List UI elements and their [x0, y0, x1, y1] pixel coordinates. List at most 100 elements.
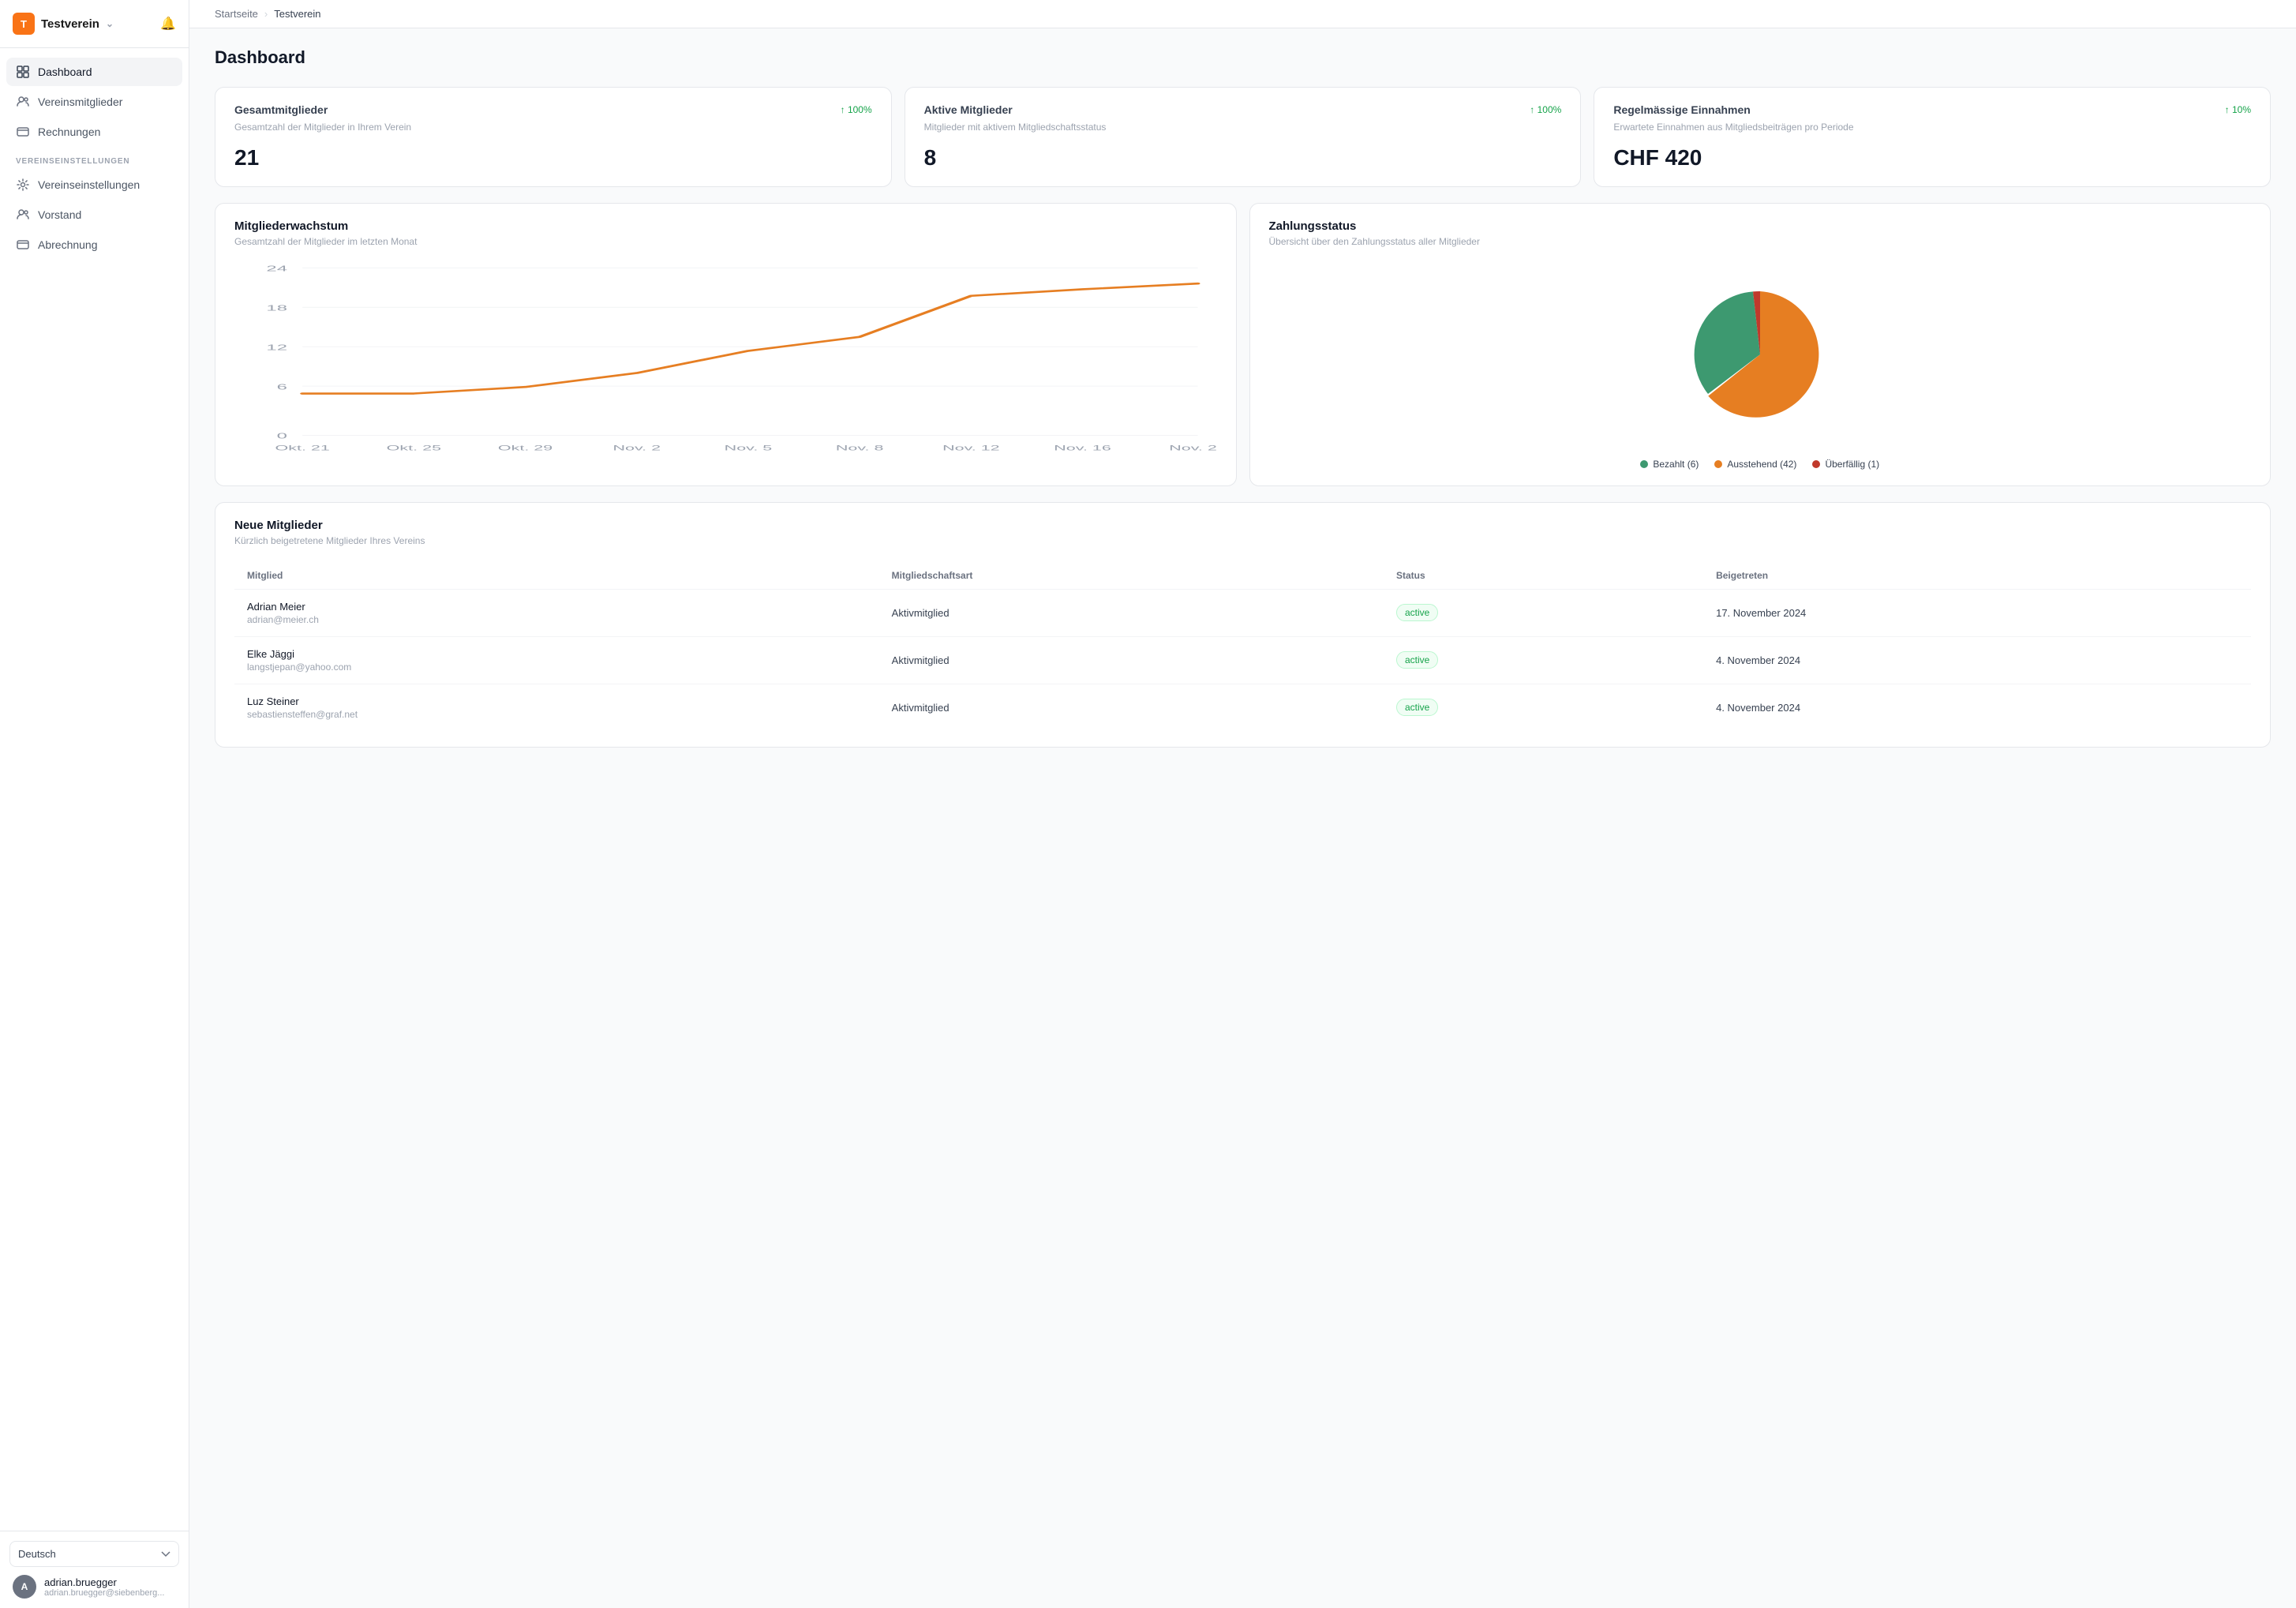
- sidebar-item-vorstand[interactable]: Vorstand: [6, 201, 182, 229]
- dashboard-icon: [16, 65, 30, 79]
- sidebar-item-abrechnung[interactable]: Abrechnung: [6, 231, 182, 259]
- vorstand-icon: [16, 208, 30, 222]
- breadcrumb-separator: ›: [264, 8, 268, 20]
- stat-value-3: CHF 420: [1613, 145, 2251, 171]
- svg-text:Okt. 21: Okt. 21: [275, 444, 329, 452]
- members-table-title: Neue Mitglieder: [234, 519, 2251, 532]
- member-cell-2: Elke Jäggi langstjepan@yahoo.com: [234, 636, 879, 684]
- member-status-2: active: [1384, 636, 1703, 684]
- sidebar-item-vereinsmitglieder[interactable]: Vereinsmitglieder: [6, 88, 182, 116]
- svg-text:18: 18: [266, 303, 287, 313]
- col-mitgliedschaftsart: Mitgliedschaftsart: [879, 562, 1384, 590]
- growth-chart-desc: Gesamtzahl der Mitglieder im letzten Mon…: [234, 236, 1217, 247]
- sidebar-item-dashboard[interactable]: Dashboard: [6, 58, 182, 86]
- table-head: Mitglied Mitgliedschaftsart Status Beige…: [234, 562, 2251, 590]
- org-name: Testverein: [41, 17, 99, 31]
- payment-chart-card: Zahlungsstatus Übersicht über den Zahlun…: [1249, 203, 2272, 486]
- org-logo[interactable]: T Testverein ⌄: [13, 13, 114, 35]
- table-row: Adrian Meier adrian@meier.ch Aktivmitgli…: [234, 589, 2251, 636]
- stat-title-3: Regelmässige Einnahmen: [1613, 103, 1751, 116]
- member-cell-3: Luz Steiner sebastiensteffen@graf.net: [234, 684, 879, 731]
- vereinseinstellungen-icon: [16, 178, 30, 192]
- notification-bell-icon[interactable]: 🔔: [160, 16, 176, 32]
- stat-title-1: Gesamtmitglieder: [234, 103, 328, 116]
- svg-text:0: 0: [277, 431, 287, 440]
- vereinseinstellungen-section-label: VEREINSEINSTELLUNGEN: [6, 148, 182, 171]
- logo-letter: T: [13, 13, 35, 35]
- breadcrumb-current: Testverein: [274, 8, 320, 20]
- legend-label-ausstehend: Ausstehend (42): [1727, 459, 1796, 470]
- growth-chart-card: Mitgliederwachstum Gesamtzahl der Mitgli…: [215, 203, 1237, 486]
- sidebar-item-vereinseinstellungen[interactable]: Vereinseinstellungen: [6, 171, 182, 199]
- svg-text:Nov. 16: Nov. 16: [1054, 444, 1111, 452]
- payment-chart-desc: Übersicht über den Zahlungsstatus aller …: [1269, 236, 2252, 247]
- pie-chart-wrap: Bezahlt (6) Ausstehend (42) Überfällig (…: [1269, 260, 2252, 470]
- stat-badge-3: ↑ 10%: [2225, 104, 2251, 115]
- svg-text:24: 24: [266, 264, 287, 273]
- table-body: Adrian Meier adrian@meier.ch Aktivmitgli…: [234, 589, 2251, 731]
- member-joined-3: 4. November 2024: [1703, 684, 2251, 731]
- svg-text:Nov. 12: Nov. 12: [942, 444, 1000, 452]
- stat-card-aktive-mitglieder: Aktive Mitglieder ↑ 100% Mitglieder mit …: [905, 87, 1582, 187]
- member-name-3: Luz Steiner: [247, 695, 867, 707]
- legend-ausstehend: Ausstehend (42): [1714, 459, 1796, 470]
- pie-chart-svg: [1681, 275, 1839, 433]
- stat-header-2: Aktive Mitglieder ↑ 100%: [924, 103, 1562, 116]
- org-chevron-icon: ⌄: [106, 18, 114, 29]
- abrechnung-label: Abrechnung: [38, 238, 98, 251]
- language-select[interactable]: Deutsch: [9, 1541, 179, 1567]
- member-email-3: sebastiensteffen@graf.net: [247, 709, 867, 720]
- col-mitglied: Mitglied: [234, 562, 879, 590]
- page-title: Dashboard: [215, 47, 2271, 68]
- member-type-3: Aktivmitglied: [879, 684, 1384, 731]
- user-info: A adrian.bruegger adrian.bruegger@sieben…: [9, 1567, 179, 1599]
- sidebar-footer: Deutsch A adrian.bruegger adrian.bruegge…: [0, 1531, 189, 1608]
- rechnungen-icon: [16, 125, 30, 139]
- sidebar-item-rechnungen[interactable]: Rechnungen: [6, 118, 182, 146]
- status-badge-3: active: [1396, 699, 1438, 716]
- stat-value-1: 21: [234, 145, 872, 171]
- main-content: Startseite › Testverein Dashboard Gesamt…: [189, 0, 2296, 1608]
- stat-card-gesamtmitglieder: Gesamtmitglieder ↑ 100% Gesamtzahl der M…: [215, 87, 892, 187]
- table-header-row: Mitglied Mitgliedschaftsart Status Beige…: [234, 562, 2251, 590]
- breadcrumb-home[interactable]: Startseite: [215, 8, 258, 20]
- svg-text:12: 12: [266, 343, 287, 352]
- stats-row: Gesamtmitglieder ↑ 100% Gesamtzahl der M…: [215, 87, 2271, 187]
- member-cell-1: Adrian Meier adrian@meier.ch: [234, 589, 879, 636]
- stat-desc-3: Erwartete Einnahmen aus Mitgliedsbeiträg…: [1613, 121, 2251, 134]
- sidebar-header: T Testverein ⌄ 🔔: [0, 0, 189, 48]
- stat-header-1: Gesamtmitglieder ↑ 100%: [234, 103, 872, 116]
- member-email-2: langstjepan@yahoo.com: [247, 662, 867, 673]
- legend-bezahlt: Bezahlt (6): [1640, 459, 1699, 470]
- rechnungen-label: Rechnungen: [38, 126, 100, 138]
- charts-row: Mitgliederwachstum Gesamtzahl der Mitgli…: [215, 203, 2271, 486]
- member-name-2: Elke Jäggi: [247, 648, 867, 660]
- vereinsmitglieder-label: Vereinsmitglieder: [38, 96, 122, 108]
- dashboard-label: Dashboard: [38, 66, 92, 78]
- legend-dot-ausstehend: [1714, 460, 1722, 468]
- legend-ueberfaellig: Überfällig (1): [1812, 459, 1879, 470]
- vereinseinstellungen-label: Vereinseinstellungen: [38, 178, 140, 191]
- stat-title-2: Aktive Mitglieder: [924, 103, 1013, 116]
- legend-dot-bezahlt: [1640, 460, 1648, 468]
- table-row: Elke Jäggi langstjepan@yahoo.com Aktivmi…: [234, 636, 2251, 684]
- abrechnung-icon: [16, 238, 30, 252]
- stat-badge-2: ↑ 100%: [1530, 104, 1561, 115]
- user-name: adrian.bruegger: [44, 1576, 164, 1588]
- pie-chart: [1681, 275, 1839, 433]
- line-chart: 24 18 12 6 0 Okt. 21: [234, 260, 1217, 465]
- col-status: Status: [1384, 562, 1703, 590]
- member-email-1: adrian@meier.ch: [247, 614, 867, 625]
- stat-badge-1: ↑ 100%: [841, 104, 872, 115]
- member-status-1: active: [1384, 589, 1703, 636]
- vereinsmitglieder-icon: [16, 95, 30, 109]
- members-table-card: Neue Mitglieder Kürzlich beigetretene Mi…: [215, 502, 2271, 748]
- sidebar: T Testverein ⌄ 🔔 Dashboard Vereinsmitgli…: [0, 0, 189, 1608]
- user-details: adrian.bruegger adrian.bruegger@siebenbe…: [44, 1576, 164, 1598]
- legend-label-ueberfaellig: Überfällig (1): [1825, 459, 1879, 470]
- member-type-2: Aktivmitglied: [879, 636, 1384, 684]
- svg-text:Okt. 25: Okt. 25: [387, 444, 441, 452]
- stat-value-2: 8: [924, 145, 1562, 171]
- payment-chart-title: Zahlungsstatus: [1269, 219, 2252, 233]
- member-joined-1: 17. November 2024: [1703, 589, 2251, 636]
